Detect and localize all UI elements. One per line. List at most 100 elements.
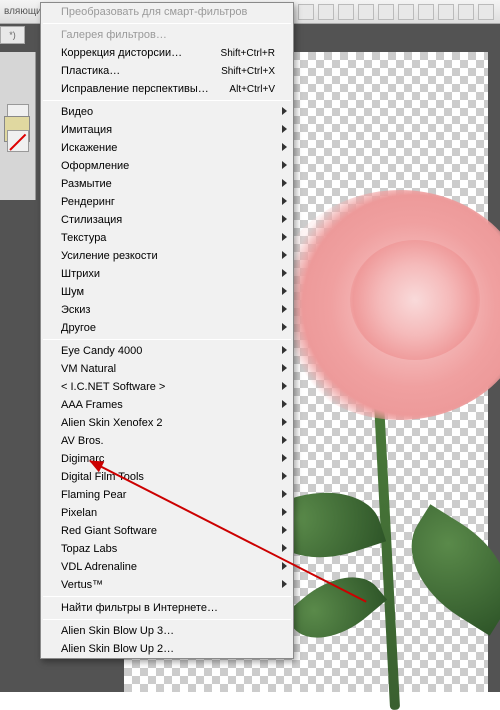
submenu-arrow-icon [282, 305, 287, 313]
menu-item[interactable]: Alien Skin Xenofex 2 [41, 414, 293, 432]
submenu-arrow-icon [282, 544, 287, 552]
menu-item-label: Pixelan [61, 507, 275, 519]
menu-item-shortcut: Shift+Ctrl+R [221, 48, 275, 59]
distribute-icon[interactable] [438, 4, 454, 20]
menu-item-label: Галерея фильтров… [61, 29, 275, 41]
menu-item-label: Eye Candy 4000 [61, 345, 275, 357]
menu-item[interactable]: Шум [41, 283, 293, 301]
menu-item-label: Vertus™ [61, 579, 275, 591]
submenu-arrow-icon [282, 508, 287, 516]
menu-item[interactable]: Исправление перспективы…Alt+Ctrl+V [41, 80, 293, 98]
menu-item[interactable]: Рендеринг [41, 193, 293, 211]
menu-item-label: Эскиз [61, 304, 275, 316]
menu-item-label: Digimarc [61, 453, 275, 465]
menu-item: Преобразовать для смарт-фильтров [41, 3, 293, 21]
menu-item-label: Flaming Pear [61, 489, 275, 501]
menu-item[interactable]: Усиление резкости [41, 247, 293, 265]
menu-item[interactable]: Alien Skin Blow Up 2… [41, 640, 293, 658]
submenu-arrow-icon [282, 323, 287, 331]
menu-item-label: < I.C.NET Software > [61, 381, 275, 393]
menu-item[interactable]: Alien Skin Blow Up 3… [41, 622, 293, 640]
menu-item-label: Рендеринг [61, 196, 275, 208]
menu-item-label: AAA Frames [61, 399, 275, 411]
menu-item-label: Видео [61, 106, 275, 118]
distribute-icon[interactable] [398, 4, 414, 20]
menu-item-label: Red Giant Software [61, 525, 275, 537]
menu-item-label: Alien Skin Xenofex 2 [61, 417, 275, 429]
menu-item-label: AV Bros. [61, 435, 275, 447]
submenu-arrow-icon [282, 161, 287, 169]
menu-item-label: Шум [61, 286, 275, 298]
menu-item-label: Стилизация [61, 214, 275, 226]
menu-item[interactable]: Topaz Labs [41, 540, 293, 558]
menu-item[interactable]: Оформление [41, 157, 293, 175]
menu-item-label: Пластика… [61, 65, 211, 77]
menu-item[interactable]: Eye Candy 4000 [41, 342, 293, 360]
submenu-arrow-icon [282, 436, 287, 444]
menu-item[interactable]: Digimarc [41, 450, 293, 468]
menu-item[interactable]: AAA Frames [41, 396, 293, 414]
menu-item[interactable]: Искажение [41, 139, 293, 157]
menu-item-label: Исправление перспективы… [61, 83, 219, 95]
filter-menu-dropdown: Преобразовать для смарт-фильтров Галерея … [40, 2, 294, 659]
menu-item[interactable]: Коррекция дисторсии… Shift+Ctrl+R [41, 44, 293, 62]
submenu-arrow-icon [282, 251, 287, 259]
distribute-icon[interactable] [478, 4, 494, 20]
menu-item[interactable]: Стилизация [41, 211, 293, 229]
menu-separator [43, 596, 291, 597]
align-icon[interactable] [358, 4, 374, 20]
submenu-arrow-icon [282, 233, 287, 241]
menu-item-label: Коррекция дисторсии… [61, 47, 211, 59]
menu-separator [43, 619, 291, 620]
menu-item[interactable]: Размытие [41, 175, 293, 193]
menu-item[interactable]: Red Giant Software [41, 522, 293, 540]
menu-item-label: Искажение [61, 142, 275, 154]
submenu-arrow-icon [282, 269, 287, 277]
menu-item-label: Topaz Labs [61, 543, 275, 555]
align-icon[interactable] [338, 4, 354, 20]
align-icon[interactable] [318, 4, 334, 20]
submenu-arrow-icon [282, 562, 287, 570]
menu-item[interactable]: Flaming Pear [41, 486, 293, 504]
menu-item[interactable]: Штрихи [41, 265, 293, 283]
menu-item-label: Alien Skin Blow Up 3… [61, 625, 275, 637]
document-tab-label: *) [9, 30, 16, 40]
menu-item[interactable]: Пластика… Shift+Ctrl+X [41, 62, 293, 80]
menu-item: Галерея фильтров… [41, 26, 293, 44]
menu-item[interactable]: AV Bros. [41, 432, 293, 450]
menu-item[interactable]: Digital Film Tools [41, 468, 293, 486]
menu-item[interactable]: < I.C.NET Software > [41, 378, 293, 396]
menu-item-label: Найти фильтры в Интернете… [61, 602, 275, 614]
submenu-arrow-icon [282, 382, 287, 390]
menu-item[interactable]: Текстура [41, 229, 293, 247]
menu-item-label: Текстура [61, 232, 275, 244]
submenu-arrow-icon [282, 580, 287, 588]
menu-item[interactable]: Найти фильтры в Интернете… [41, 599, 293, 617]
menu-item[interactable]: Эскиз [41, 301, 293, 319]
menu-item-label: Другое [61, 322, 275, 334]
document-tab[interactable]: *) [0, 26, 25, 44]
menu-item[interactable]: Другое [41, 319, 293, 337]
menu-item[interactable]: Vertus™ [41, 576, 293, 594]
distribute-icon[interactable] [458, 4, 474, 20]
submenu-arrow-icon [282, 125, 287, 133]
align-icon[interactable] [298, 4, 314, 20]
menu-item-label: Преобразовать для смарт-фильтров [61, 6, 275, 18]
menu-item[interactable]: Видео [41, 103, 293, 121]
distribute-icon[interactable] [418, 4, 434, 20]
tool-button[interactable] [7, 130, 29, 152]
menu-item[interactable]: Pixelan [41, 504, 293, 522]
menu-item-shortcut: Shift+Ctrl+X [221, 66, 275, 77]
submenu-arrow-icon [282, 143, 287, 151]
menu-item[interactable]: VDL Adrenaline [41, 558, 293, 576]
submenu-arrow-icon [282, 454, 287, 462]
submenu-arrow-icon [282, 418, 287, 426]
menu-item-label: Alien Skin Blow Up 2… [61, 643, 275, 655]
align-icon[interactable] [378, 4, 394, 20]
menu-item[interactable]: Имитация [41, 121, 293, 139]
menu-item-label: Штрихи [61, 268, 275, 280]
menu-item-label: VDL Adrenaline [61, 561, 275, 573]
menu-item-label: Имитация [61, 124, 275, 136]
submenu-arrow-icon [282, 526, 287, 534]
menu-item[interactable]: VM Natural [41, 360, 293, 378]
